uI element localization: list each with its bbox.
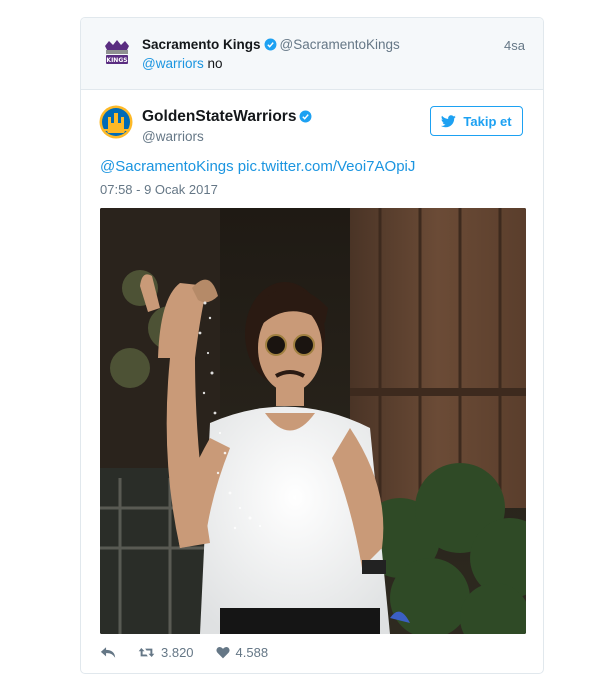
reply-icon xyxy=(100,646,116,658)
tweet-media-link[interactable]: pic.twitter.com/Veoi7AOpiJ xyxy=(238,158,416,175)
tweet-text: @SacramentoKings pic.twitter.com/Veoi7AO… xyxy=(100,158,415,175)
warriors-logo[interactable] xyxy=(99,105,133,139)
retweet-action[interactable]: 3.820 xyxy=(138,645,194,660)
svg-text:KINGS: KINGS xyxy=(106,57,127,64)
like-action[interactable]: 4.588 xyxy=(215,644,269,660)
tweet-author-name[interactable]: GoldenStateWarriors xyxy=(142,108,296,125)
tweet-author-line: GoldenStateWarriors xyxy=(142,108,312,126)
embedded-tweet-card: KINGS Sacramento Kings @SacramentoKings 4… xyxy=(80,17,544,674)
reply-author-handle[interactable]: @SacramentoKings xyxy=(280,37,400,52)
follow-button-label: Takip et xyxy=(463,113,512,129)
tweet-timestamp[interactable]: 07:58 - 9 Ocak 2017 xyxy=(100,182,218,197)
follow-button[interactable]: Takip et xyxy=(430,106,523,136)
tweet-photo[interactable] xyxy=(100,208,526,634)
reply-author-line: Sacramento Kings @SacramentoKings xyxy=(142,37,400,52)
reply-mention-link[interactable]: @warriors xyxy=(142,56,204,71)
verified-badge-icon xyxy=(300,110,312,123)
reply-author-name[interactable]: Sacramento Kings xyxy=(142,37,261,52)
reply-text: @warriors no xyxy=(142,56,223,71)
reply-timestamp[interactable]: 4sa xyxy=(504,38,525,53)
twitter-bird-icon xyxy=(441,114,457,127)
verified-badge-icon xyxy=(264,38,277,51)
reply-text-rest: no xyxy=(203,56,223,71)
kings-logo[interactable]: KINGS xyxy=(103,38,131,68)
reply-action[interactable] xyxy=(100,646,116,659)
retweet-icon xyxy=(138,647,155,657)
tweet-mention-link[interactable]: @SacramentoKings xyxy=(100,158,234,175)
heart-icon xyxy=(215,646,230,658)
tweet-actions: 3.820 4.588 xyxy=(100,642,290,662)
like-count: 4.588 xyxy=(235,644,269,660)
tweet-author-handle[interactable]: @warriors xyxy=(142,129,204,144)
reply-context-header: KINGS Sacramento Kings @SacramentoKings 4… xyxy=(81,18,543,90)
retweet-count: 3.820 xyxy=(161,644,194,660)
